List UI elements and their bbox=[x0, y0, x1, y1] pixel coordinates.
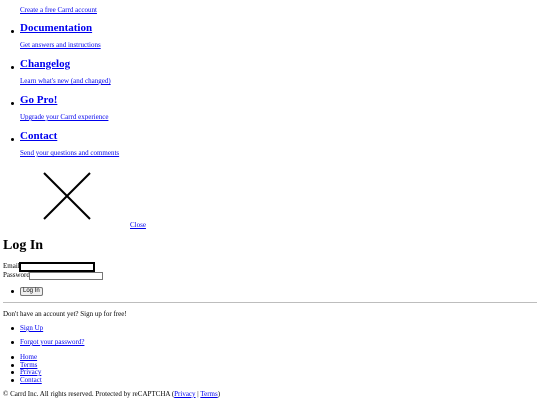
list-bullet bbox=[11, 30, 14, 33]
list-bullet bbox=[11, 102, 14, 105]
copyright-terms-link[interactable]: Terms bbox=[200, 390, 217, 398]
copyright: © Carrd Inc. All rights reserved. Protec… bbox=[3, 390, 220, 399]
copyright-text: © Carrd Inc. All rights reserved. Protec… bbox=[3, 390, 175, 398]
list-bullet bbox=[11, 341, 14, 344]
menu-item-contact-desc[interactable]: Send your questions and comments bbox=[20, 149, 119, 158]
list-bullet bbox=[11, 66, 14, 69]
list-bullet bbox=[11, 356, 14, 359]
menu-item-go-pro[interactable]: Go Pro! bbox=[20, 94, 57, 107]
footer-link-contact[interactable]: Contact bbox=[20, 376, 42, 385]
copyright-suffix: ) bbox=[217, 390, 221, 398]
password-label: Password bbox=[3, 271, 30, 279]
menu-item-signup-link[interactable]: Create a free Carrd account bbox=[20, 6, 97, 15]
menu-item-documentation-desc[interactable]: Get answers and instructions bbox=[20, 41, 101, 50]
login-title: Log In bbox=[3, 238, 44, 253]
list-bullet bbox=[11, 290, 14, 293]
signup-link[interactable]: Sign Up bbox=[20, 324, 43, 333]
close-link[interactable]: Close bbox=[130, 221, 146, 230]
menu-item-changelog-desc[interactable]: Learn what's new (and changed) bbox=[20, 77, 111, 86]
list-bullet bbox=[11, 379, 14, 382]
list-bullet bbox=[11, 371, 14, 374]
password-field[interactable] bbox=[29, 272, 103, 280]
email-label: Email bbox=[3, 262, 20, 270]
close-icon[interactable] bbox=[42, 172, 92, 220]
login-button[interactable]: Log In bbox=[20, 287, 43, 296]
list-bullet bbox=[11, 327, 14, 330]
menu-item-documentation[interactable]: Documentation bbox=[20, 22, 92, 35]
menu-item-changelog[interactable]: Changelog bbox=[20, 58, 70, 71]
signup-prompt: Don't have an account yet? Sign up for f… bbox=[3, 310, 127, 318]
divider bbox=[3, 302, 537, 303]
email-field[interactable] bbox=[19, 262, 95, 272]
forgot-password-link[interactable]: Forgot your password? bbox=[20, 338, 84, 347]
copyright-privacy-link[interactable]: Privacy bbox=[174, 390, 195, 398]
menu-item-go-pro-desc[interactable]: Upgrade your Carrd experience bbox=[20, 113, 108, 122]
list-bullet bbox=[11, 364, 14, 367]
list-bullet bbox=[11, 138, 14, 141]
menu-item-contact[interactable]: Contact bbox=[20, 130, 57, 143]
